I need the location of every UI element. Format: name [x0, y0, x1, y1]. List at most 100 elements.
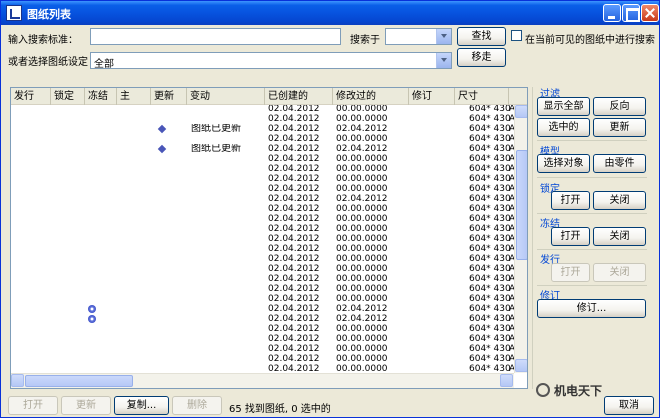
col-header-issue[interactable]: 发行: [11, 88, 51, 105]
table-row[interactable]: 02.04.2012 02.04.2012 604* 430 A 图纸已更新: [11, 124, 515, 134]
scroll-left-arrow[interactable]: [11, 374, 24, 387]
table-row[interactable]: 02.04.2012 00.00.0000 604* 430 A: [11, 284, 515, 294]
horizontal-scroll-thumb[interactable]: [25, 375, 133, 387]
drawing-set-select[interactable]: 全部: [90, 52, 452, 70]
table-row[interactable]: 02.04.2012 00.00.0000 604* 430 A: [11, 174, 515, 184]
col-header-update[interactable]: 更新: [151, 88, 187, 105]
col-header-master[interactable]: 主: [117, 88, 151, 105]
revise-button[interactable]: 修订...: [537, 299, 646, 318]
cell-size: 604* 430: [469, 344, 511, 354]
table-row[interactable]: 02.04.2012 00.00.0000 604* 430 A: [11, 134, 515, 144]
update-button[interactable]: 更新: [61, 396, 111, 415]
lock-close-button[interactable]: 关闭: [593, 191, 646, 210]
table-row[interactable]: 02.04.2012 00.00.0000 604* 430 A: [11, 154, 515, 164]
cell-change: 图纸已更新: [191, 124, 241, 134]
table-row[interactable]: 02.04.2012 00.00.0000 604* 430 A: [11, 244, 515, 254]
cell-size: 604* 430: [469, 174, 511, 184]
freeze-close-button[interactable]: 关闭: [593, 227, 646, 246]
maximize-button[interactable]: [622, 4, 640, 22]
cell-size: 604* 430: [469, 164, 511, 174]
table-body[interactable]: 02.04.2012 00.00.0000 604* 430 A 02.04.2012 0…: [11, 105, 515, 373]
table-row[interactable]: 02.04.2012 00.00.0000 604* 430 A: [11, 254, 515, 264]
drawing-table[interactable]: 发行 锁定 冻结 主 更新 变动 已创建的 修改过的 修订 尺寸 02.04.2…: [10, 87, 528, 389]
table-row[interactable]: 02.04.2012 00.00.0000 604* 430 A: [11, 354, 515, 364]
visible-only-label: 在当前可见的图纸中进行搜索: [525, 35, 655, 46]
scroll-down-arrow[interactable]: [515, 359, 527, 372]
title-bar[interactable]: 图纸列表: [1, 1, 659, 25]
table-row[interactable]: 02.04.2012 00.00.0000 604* 430 A: [11, 204, 515, 214]
issue-close-button[interactable]: 关闭: [593, 263, 646, 282]
minimize-button[interactable]: [603, 4, 621, 22]
table-row[interactable]: 02.04.2012 00.00.0000 604* 430 A: [11, 334, 515, 344]
col-header-created[interactable]: 已创建的: [265, 88, 333, 105]
table-row[interactable]: 02.04.2012 02.04.2012 604* 430 A: [11, 194, 515, 204]
vertical-scrollbar[interactable]: [514, 105, 527, 373]
chevron-down-icon[interactable]: [436, 29, 451, 44]
open-button[interactable]: 打开: [8, 396, 58, 415]
cell-created: 02.04.2012: [268, 184, 320, 194]
cell-modified: 02.04.2012: [336, 314, 388, 324]
col-header-modified[interactable]: 修改过的: [333, 88, 409, 105]
table-row[interactable]: 02.04.2012 02.04.2012 604* 430 A: [11, 314, 515, 324]
col-header-revision[interactable]: 修订: [409, 88, 455, 105]
table-row[interactable]: 02.04.2012 02.04.2012 604* 430 A 图纸已更新: [11, 144, 515, 154]
cell-size: 604* 430: [469, 114, 511, 124]
cell-size: 604* 430: [469, 214, 511, 224]
delete-button[interactable]: 删除: [172, 396, 222, 415]
reverse-button[interactable]: 反向: [593, 97, 646, 116]
cell-size: 604* 430: [469, 354, 511, 364]
horizontal-scrollbar[interactable]: [11, 373, 514, 388]
freeze-icon: [88, 305, 96, 313]
table-row[interactable]: 02.04.2012 00.00.0000 604* 430 A: [11, 214, 515, 224]
table-row[interactable]: 02.04.2012 00.00.0000 604* 430 A: [11, 184, 515, 194]
scroll-up-arrow[interactable]: [515, 105, 527, 118]
cell-modified: 00.00.0000: [336, 224, 388, 234]
col-header-freeze[interactable]: 冻结: [85, 88, 117, 105]
table-row[interactable]: 02.04.2012 00.00.0000 604* 430 A: [11, 264, 515, 274]
cell-created: 02.04.2012: [268, 154, 320, 164]
cell-modified: 00.00.0000: [336, 214, 388, 224]
by-part-button[interactable]: 由零件: [593, 154, 646, 173]
remove-button[interactable]: 移走: [457, 48, 506, 67]
update-filter-button[interactable]: 更新: [593, 118, 646, 137]
cancel-button[interactable]: 取消: [604, 396, 654, 415]
scroll-right-arrow[interactable]: [500, 374, 513, 387]
lock-open-button[interactable]: 打开: [551, 191, 590, 210]
chevron-down-icon[interactable]: [436, 53, 451, 68]
table-row[interactable]: 02.04.2012 00.00.0000 604* 430 A: [11, 224, 515, 234]
col-header-size[interactable]: 尺寸: [455, 88, 509, 105]
table-row[interactable]: 02.04.2012 00.00.0000 604* 430 A: [11, 294, 515, 304]
freeze-open-button[interactable]: 打开: [551, 227, 590, 246]
update-icon: [157, 144, 167, 154]
table-row[interactable]: 02.04.2012 00.00.0000 604* 430 A: [11, 324, 515, 334]
table-row[interactable]: 02.04.2012 00.00.0000 604* 430 A: [11, 234, 515, 244]
table-row[interactable]: 02.04.2012 00.00.0000 604* 430 A: [11, 274, 515, 284]
table-row[interactable]: 02.04.2012 00.00.0000 604* 430 A: [11, 114, 515, 124]
show-all-button[interactable]: 显示全部: [537, 97, 590, 116]
table-row[interactable]: 02.04.2012 00.00.0000 604* 430 A: [11, 164, 515, 174]
copy-button[interactable]: 复制...: [114, 396, 169, 415]
table-row[interactable]: 02.04.2012 00.00.0000 604* 430 A: [11, 364, 515, 373]
close-button[interactable]: [641, 4, 659, 22]
cell-size: 604* 430: [469, 105, 511, 114]
col-header-change[interactable]: 变动: [187, 88, 265, 105]
col-header-extra[interactable]: [509, 88, 527, 105]
watermark-icon: [536, 383, 550, 397]
select-objects-button[interactable]: 选择对象: [537, 154, 590, 173]
search-in-select[interactable]: [385, 28, 452, 45]
find-button[interactable]: 查找: [457, 27, 506, 46]
cell-size: 604* 430: [469, 194, 511, 204]
panel-splitter[interactable]: [532, 87, 533, 389]
cell-created: 02.04.2012: [268, 264, 320, 274]
table-row[interactable]: 02.04.2012 00.00.0000 604* 430 A: [11, 344, 515, 354]
cell-modified: 00.00.0000: [336, 114, 388, 124]
search-input[interactable]: [90, 28, 341, 45]
issue-open-button[interactable]: 打开: [551, 263, 590, 282]
table-row[interactable]: 02.04.2012 00.00.0000 604* 430 A: [11, 105, 515, 114]
selected-button[interactable]: 选中的: [537, 118, 590, 137]
visible-only-checkbox[interactable]: [511, 30, 522, 41]
cell-modified: 00.00.0000: [336, 154, 388, 164]
col-header-lock[interactable]: 锁定: [51, 88, 85, 105]
table-row[interactable]: 02.04.2012 02.04.2012 604* 430 A: [11, 304, 515, 314]
vertical-scroll-thumb[interactable]: [516, 150, 527, 260]
